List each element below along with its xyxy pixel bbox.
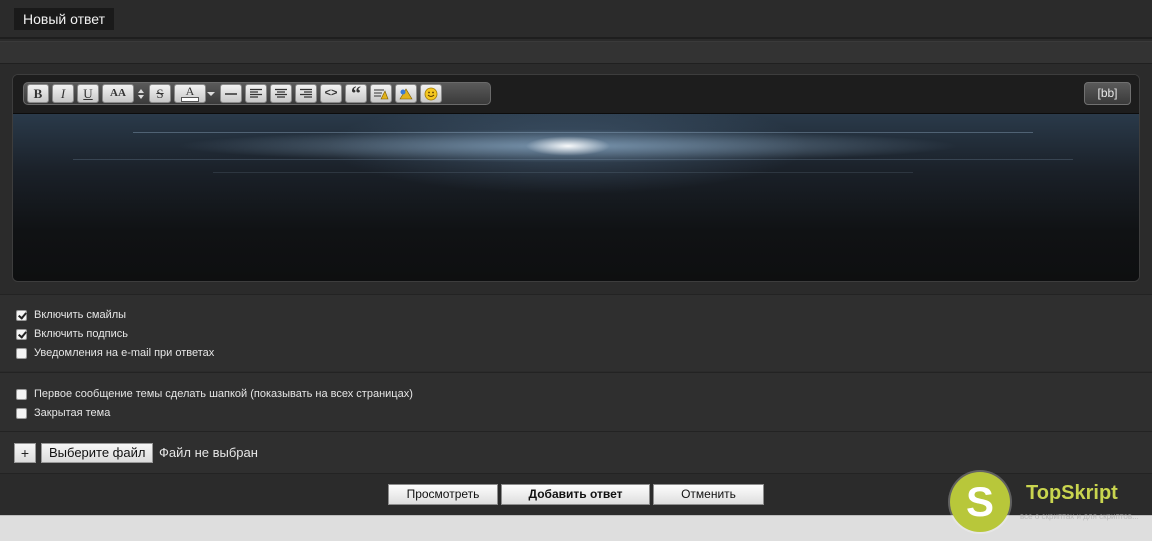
- form-title: Новый ответ: [14, 8, 115, 30]
- choose-file-button[interactable]: Выберите файл: [41, 443, 154, 463]
- font-size-dropdown-icon[interactable]: [137, 88, 145, 100]
- options-group-posting: Включить смайлы Включить подпись Уведомл…: [0, 294, 1152, 371]
- option-closed-topic[interactable]: Закрытая тема: [16, 407, 110, 419]
- checkbox[interactable]: [16, 347, 27, 359]
- option-label: Включить смайлы: [34, 309, 127, 321]
- align-right-button[interactable]: [295, 84, 317, 103]
- underline-icon: U: [83, 86, 93, 101]
- text-color-button[interactable]: A: [174, 84, 206, 103]
- spoiler-icon: [374, 89, 389, 100]
- align-center-button[interactable]: [270, 84, 292, 103]
- italic-icon: I: [60, 86, 66, 101]
- option-enable-smilies[interactable]: Включить смайлы: [16, 309, 126, 321]
- align-right-icon: [300, 88, 312, 98]
- add-attachment-button[interactable]: +: [14, 443, 36, 463]
- watermark-tagline: все о скриптах и для скриптов...: [1020, 512, 1139, 521]
- option-label: Включить подпись: [34, 328, 128, 340]
- color-swatch: [181, 97, 199, 102]
- options-group-topic: Первое сообщение темы сделать шапкой (по…: [0, 372, 1152, 431]
- watermark-logo: S: [950, 472, 1010, 532]
- bold-icon: B: [33, 86, 43, 101]
- italic-button[interactable]: I: [52, 84, 74, 103]
- watermark: S TopSkript все о скриптах и для скрипто…: [950, 472, 1150, 536]
- checkbox[interactable]: [16, 388, 27, 400]
- option-sticky-first-post[interactable]: Первое сообщение темы сделать шапкой (по…: [16, 388, 413, 400]
- option-label: Закрытая тема: [34, 407, 111, 419]
- strike-icon: S: [156, 86, 164, 101]
- checkbox[interactable]: [16, 407, 27, 419]
- watermark-name: TopSkript: [1026, 482, 1118, 504]
- editor-toolbar-row: B I U AA S A <> “ [bb]: [13, 75, 1139, 114]
- cancel-button[interactable]: Отменить: [653, 484, 764, 505]
- smiley-icon: [424, 87, 438, 100]
- horizontal-rule-icon: [225, 92, 237, 95]
- code-button[interactable]: <>: [320, 84, 342, 103]
- bold-button[interactable]: B: [27, 84, 49, 103]
- text-color-icon: A: [185, 84, 195, 98]
- align-center-icon: [275, 88, 287, 98]
- submit-reply-button[interactable]: Добавить ответ: [501, 484, 650, 505]
- align-left-button[interactable]: [245, 84, 267, 103]
- bbcode-toggle-button[interactable]: [bb]: [1084, 82, 1131, 105]
- option-email-notify[interactable]: Уведомления на e-mail при ответах: [16, 347, 214, 359]
- option-label: Первое сообщение темы сделать шапкой (по…: [34, 388, 413, 400]
- horizontal-rule-button[interactable]: [220, 84, 242, 103]
- reply-form: Новый ответ B I U AA S A <> “ [bb] Включ…: [0, 0, 1152, 541]
- strike-button[interactable]: S: [149, 84, 171, 103]
- background-streak: [213, 172, 913, 173]
- attachment-row: + Выберите файл Файл не выбран: [0, 431, 1152, 473]
- preview-button[interactable]: Просмотреть: [388, 484, 498, 505]
- align-left-icon: [250, 88, 262, 98]
- form-header: Новый ответ: [0, 0, 1152, 39]
- font-size-button[interactable]: AA: [102, 84, 134, 103]
- underline-button[interactable]: U: [77, 84, 99, 103]
- quote-icon: “: [351, 82, 361, 105]
- file-status: Файл не выбран: [159, 445, 258, 460]
- background-streak: [73, 159, 1073, 160]
- message-textarea[interactable]: [13, 114, 1139, 281]
- message-editor: B I U AA S A <> “ [bb]: [12, 74, 1140, 282]
- font-size-icon: AA: [110, 87, 126, 99]
- option-enable-signature[interactable]: Включить подпись: [16, 328, 128, 340]
- editor-toolbar: B I U AA S A <> “: [23, 82, 491, 105]
- code-icon: <>: [324, 87, 338, 99]
- watermark-logo-letter: S: [965, 478, 994, 525]
- option-label: Уведомления на e-mail при ответах: [34, 347, 215, 359]
- quote-button[interactable]: “: [345, 82, 367, 105]
- hide-icon: [399, 88, 413, 100]
- smiley-button[interactable]: [420, 84, 442, 103]
- text-color-dropdown-icon[interactable]: [207, 91, 215, 97]
- spoiler-button[interactable]: [370, 84, 392, 103]
- checkbox[interactable]: [16, 309, 27, 321]
- checkbox[interactable]: [16, 328, 27, 340]
- hide-button[interactable]: [395, 84, 417, 103]
- header-strip: [0, 41, 1152, 64]
- background-streak: [133, 132, 1033, 133]
